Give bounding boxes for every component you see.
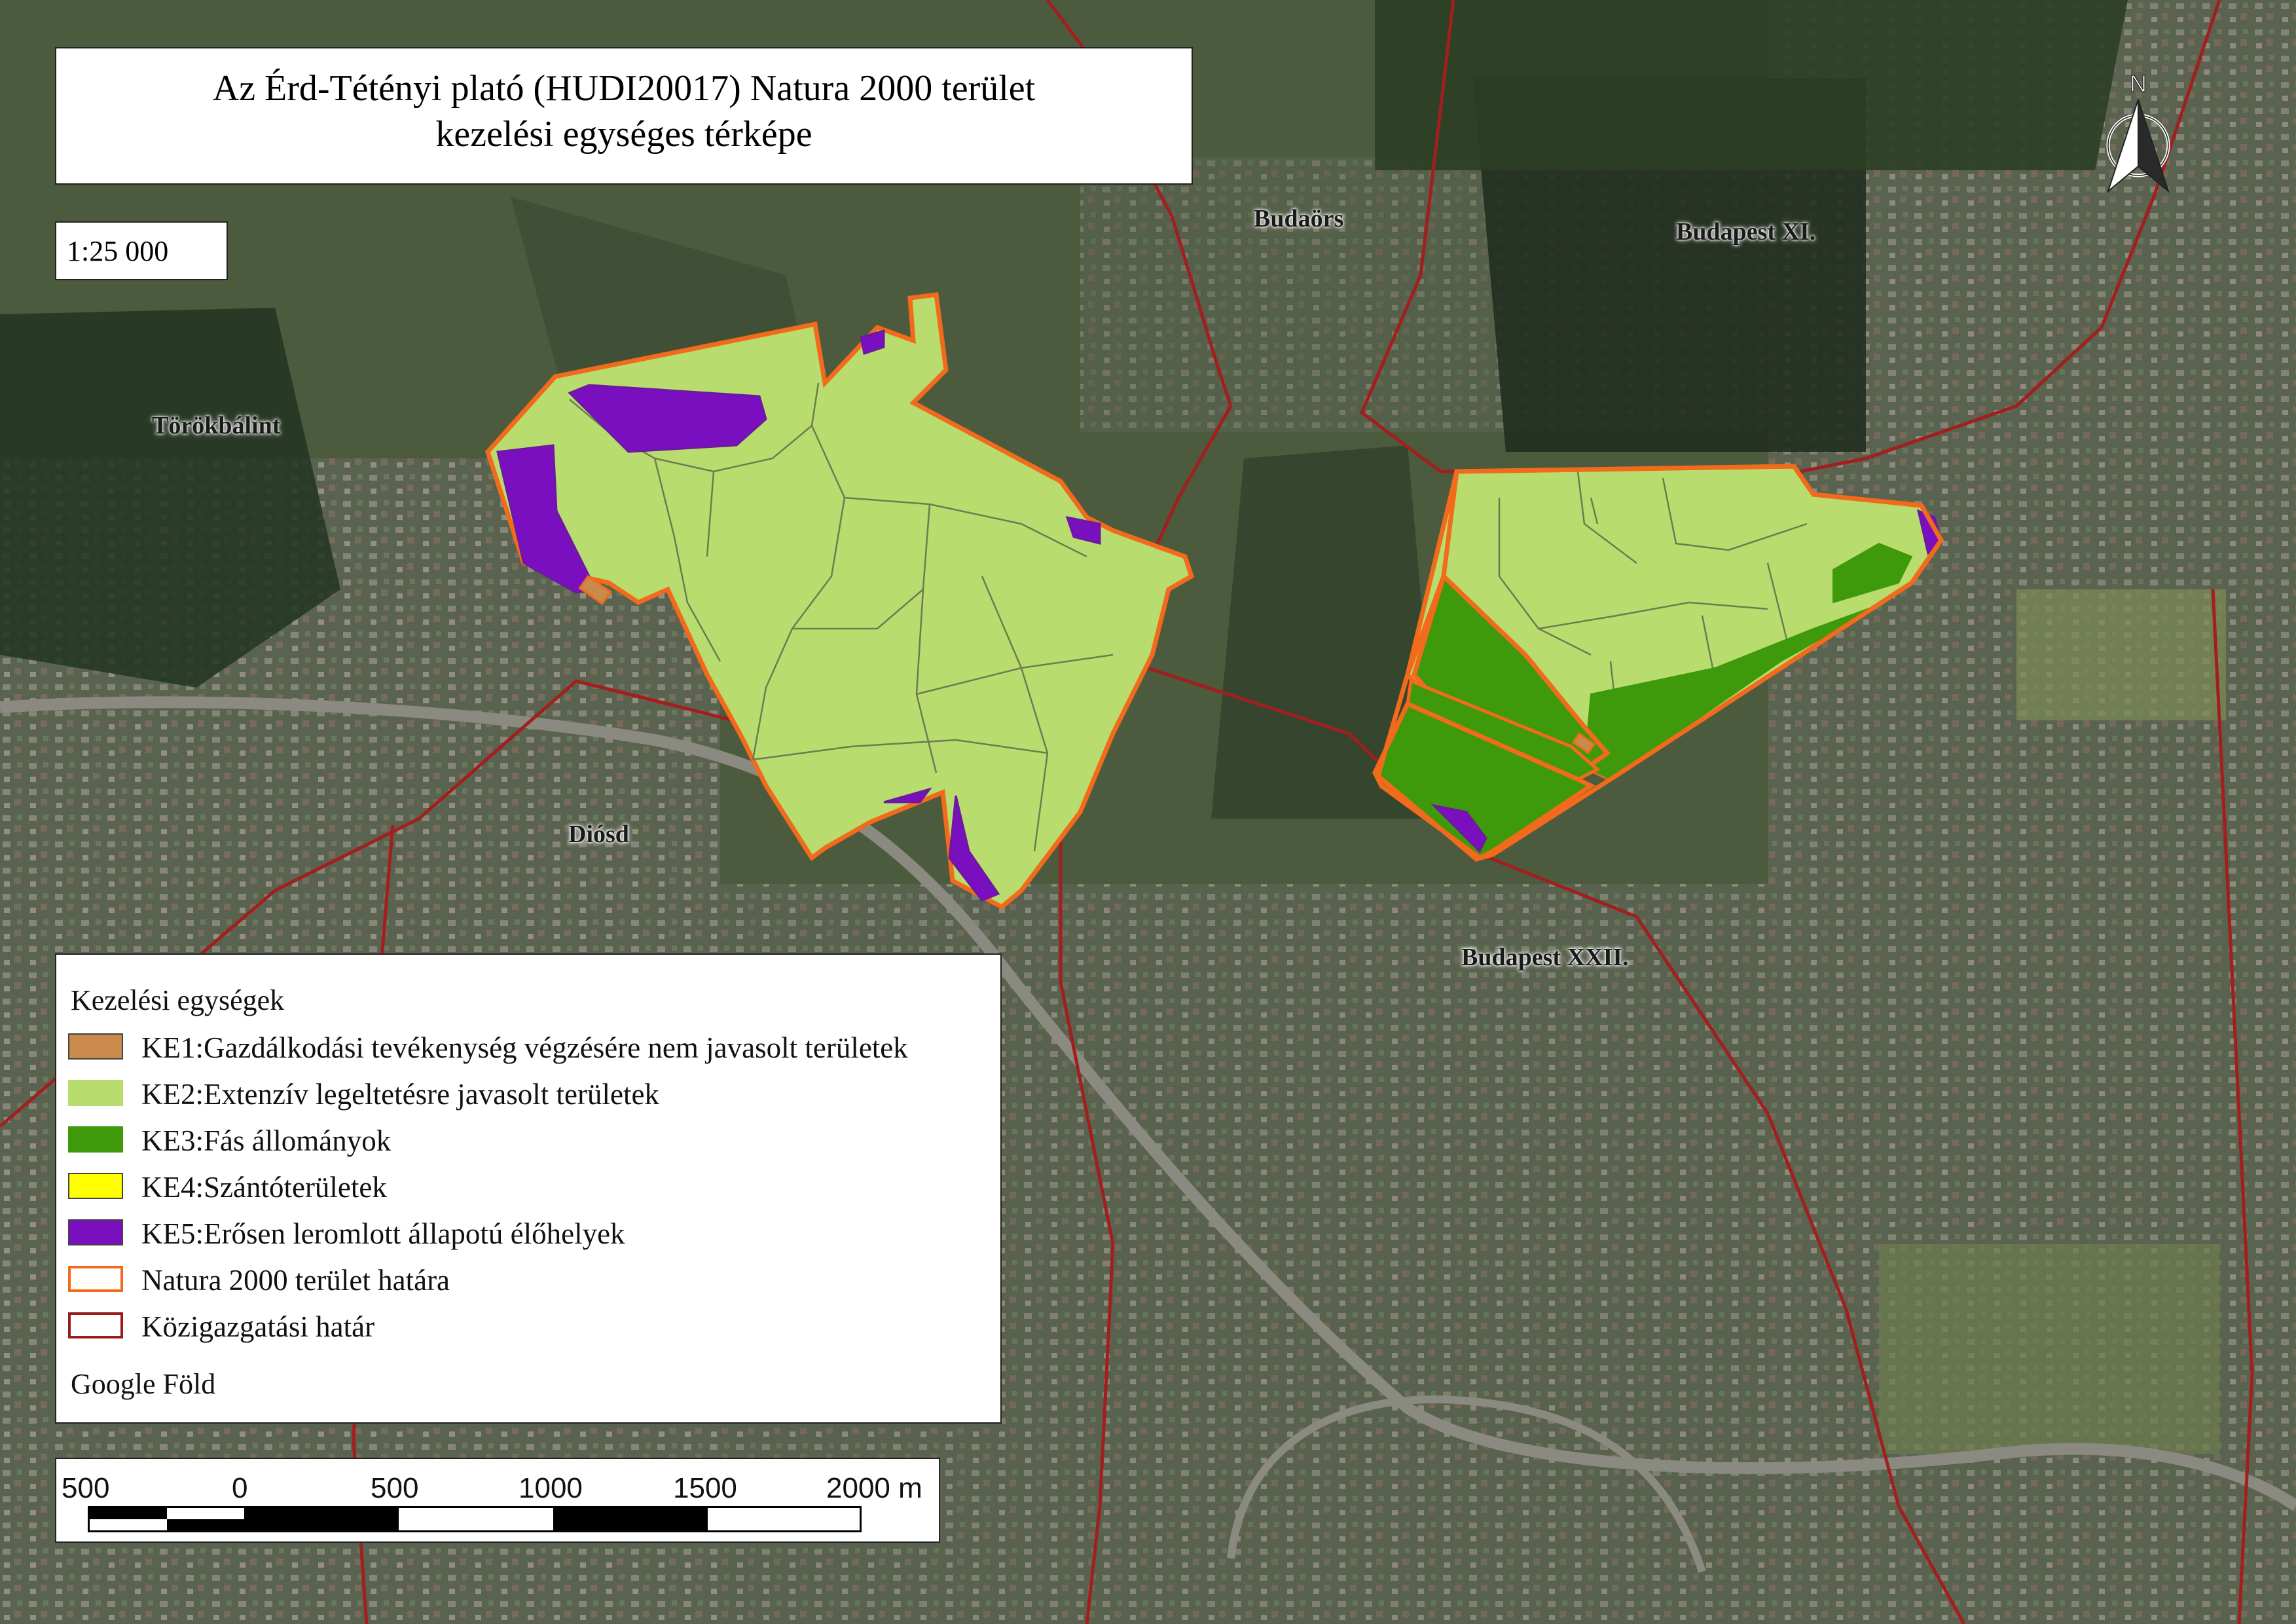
farmland-northeast bbox=[2016, 589, 2226, 720]
scale-ratio: 1:25 000 bbox=[55, 221, 228, 280]
map-legend: Kezelési egységek KE1:Gazdálkodási tevék… bbox=[55, 953, 1002, 1424]
legend-swatch-ke2 bbox=[68, 1080, 123, 1106]
legend-label-ke1: KE1:Gazdálkodási tevékenység végzésére n… bbox=[141, 1031, 908, 1064]
scale-label-5: 2000 m bbox=[826, 1472, 922, 1504]
north-arrow-needle-right bbox=[2138, 99, 2170, 193]
place-label-budapest-xxii: Budapest XXII. bbox=[1461, 944, 1629, 971]
scale-bar: 500 0 500 1000 1500 2000 m bbox=[55, 1458, 940, 1543]
north-letter: N bbox=[2130, 70, 2147, 97]
legend-label-natura-boundary: Natura 2000 terület határa bbox=[141, 1264, 450, 1297]
legend-swatch-admin-boundary bbox=[68, 1312, 123, 1338]
legend-swatch-ke5 bbox=[68, 1219, 123, 1246]
map-title-line-2: kezelési egységes térképe bbox=[435, 114, 812, 155]
forest-area-northeast bbox=[1375, 0, 2128, 170]
scale-label-0: 500 bbox=[62, 1472, 110, 1504]
legend-label-ke3: KE3:Fás állományok bbox=[141, 1124, 392, 1157]
place-label-budaors: Budaörs bbox=[1254, 205, 1344, 232]
legend-source: Google Föld bbox=[71, 1368, 216, 1400]
north-arrow: N bbox=[2106, 69, 2170, 193]
scale-label-4: 1500 bbox=[673, 1472, 737, 1504]
scale-label-1: 0 bbox=[232, 1472, 248, 1504]
scale-label-3: 1000 bbox=[519, 1472, 583, 1504]
map-title-box: Az Érd-Tétényi plató (HUDI20017) Natura … bbox=[55, 47, 1193, 185]
farmland-southeast bbox=[1879, 1244, 2219, 1454]
legend-title: Kezelési egységek bbox=[71, 984, 285, 1016]
legend-label-ke5: KE5:Erősen leromlott állapotú élőhelyek bbox=[141, 1217, 625, 1250]
legend-label-ke2: KE2:Extenzív legeltetésre javasolt terül… bbox=[141, 1078, 659, 1111]
legend-label-ke4: KE4:Szántóterületek bbox=[141, 1171, 387, 1204]
legend-swatch-ke1 bbox=[68, 1033, 123, 1060]
map-title-line-1: Az Érd-Tétényi plató (HUDI20017) Natura … bbox=[212, 68, 1036, 109]
map-page: Az Érd-Tétényi plató (HUDI20017) Natura … bbox=[0, 0, 2296, 1624]
legend-swatch-ke4 bbox=[68, 1173, 123, 1199]
place-label-budapest-xi: Budapest XI. bbox=[1676, 218, 1816, 246]
legend-swatch-natura-boundary bbox=[68, 1266, 123, 1292]
legend-swatch-ke3 bbox=[68, 1126, 123, 1153]
place-label-diosd: Diósd bbox=[568, 821, 629, 848]
place-label-torokbalint: Törökbálint bbox=[152, 412, 281, 439]
north-arrow-needle-left bbox=[2106, 99, 2139, 193]
scale-label-2: 500 bbox=[371, 1472, 419, 1504]
legend-label-admin-boundary: Közigazgatási határ bbox=[141, 1310, 375, 1343]
scale-bar-segments bbox=[88, 1506, 862, 1532]
